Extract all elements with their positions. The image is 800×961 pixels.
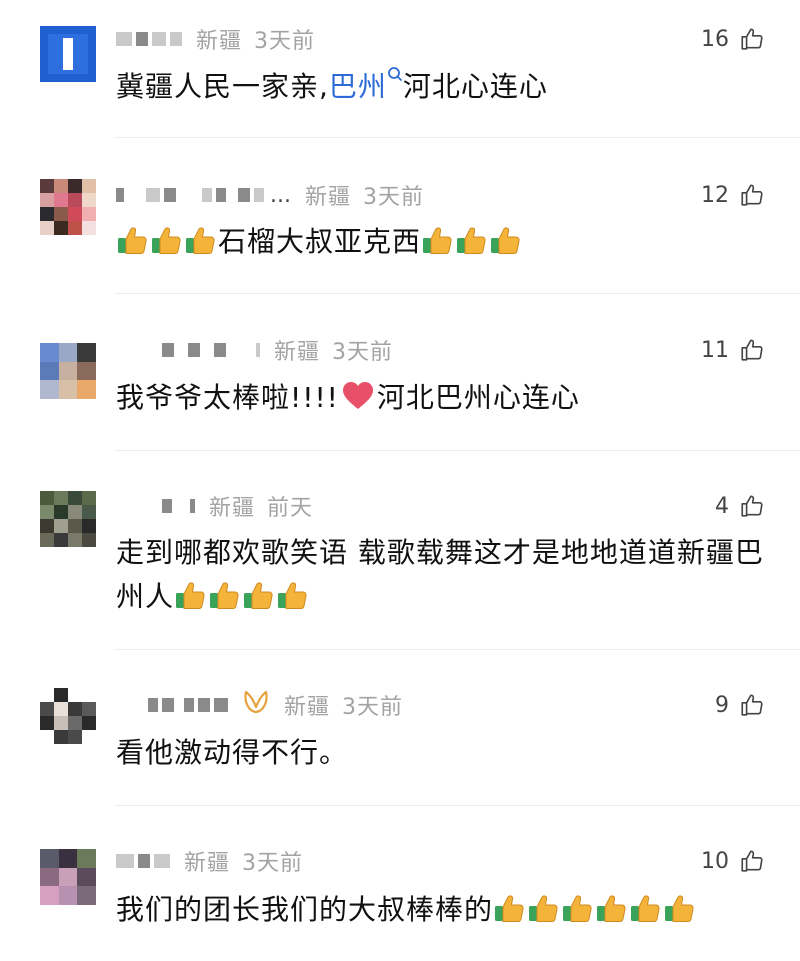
topic-link[interactable]: 巴州 xyxy=(329,70,387,103)
comment-location: 新疆 xyxy=(284,695,331,720)
comment-time: 前天 xyxy=(267,496,314,521)
thumbs-up-emoji-icon xyxy=(152,227,181,254)
username-blurred[interactable] xyxy=(116,854,170,868)
thumbs-up-emoji-icon xyxy=(176,582,205,609)
thumbs-up-emoji-icon xyxy=(631,895,660,922)
comment-text: 我们的团长我们的大叔棒棒的 xyxy=(116,888,766,932)
comment-text: 石榴大叔亚克西 xyxy=(116,220,766,264)
comment-meta: ... 新疆 3天前 xyxy=(116,180,424,210)
thumbs-up-outline-icon xyxy=(741,28,763,50)
username-ellipsis: ... xyxy=(270,182,291,208)
comment-meta: 新疆 3天前 xyxy=(116,24,315,54)
comment-location: 新疆 xyxy=(184,851,231,876)
thumbs-up-outline-icon xyxy=(741,184,763,206)
thumbs-up-emoji-icon xyxy=(186,227,215,254)
thumbs-up-emoji-icon xyxy=(244,582,273,609)
comment-item: 新疆 3天前 16 冀疆人民一家亲,巴州 河北心连心 xyxy=(0,0,800,138)
comment-item: 新疆 3天前 11 我爷爷太棒啦!!!! 河北巴州心连心 xyxy=(0,294,800,451)
comment-text-segment: 看他激动得不行。 xyxy=(116,736,349,769)
thumbs-up-outline-icon xyxy=(741,495,763,517)
comment-text-segment: 石榴大叔亚克西 xyxy=(218,225,422,258)
avatar[interactable] xyxy=(40,491,96,547)
avatar[interactable] xyxy=(40,26,96,82)
comment-text-segment: 冀疆人民一家亲, xyxy=(116,70,329,103)
thumbs-up-emoji-icon xyxy=(118,227,147,254)
thumbs-up-outline-icon xyxy=(741,850,763,872)
comment-meta: 新疆 3天前 xyxy=(116,690,403,720)
thumbs-up-emoji-icon xyxy=(495,895,524,922)
like-button[interactable]: 16 xyxy=(701,24,765,54)
username-blurred[interactable] xyxy=(148,698,228,712)
comment-item: ... 新疆 3天前 12 石榴大叔亚克西 xyxy=(0,138,800,294)
comment-location: 新疆 xyxy=(274,340,321,365)
comment-meta: 新疆 前天 xyxy=(116,491,313,521)
comment-text: 走到哪都欢歌笑语 载歌载舞这才是地地道道新疆巴州人 xyxy=(116,531,766,619)
thumbs-up-emoji-icon xyxy=(278,582,307,609)
comment-list: 新疆 3天前 16 冀疆人民一家亲,巴州 河北心连心 ... 新疆 3天前 12 … xyxy=(0,0,800,961)
like-button[interactable]: 12 xyxy=(701,180,765,210)
username-blurred[interactable] xyxy=(162,343,260,357)
comment-text-segment: 河北巴州心连心 xyxy=(376,381,580,414)
like-count: 11 xyxy=(701,337,729,363)
thumbs-up-emoji-icon xyxy=(563,895,592,922)
username-blurred[interactable] xyxy=(162,499,195,513)
comment-text-segment: 河北心连心 xyxy=(402,70,548,103)
like-button[interactable]: 10 xyxy=(701,846,765,876)
thumbs-up-emoji-icon xyxy=(210,582,239,609)
thumbs-up-emoji-icon xyxy=(491,227,520,254)
like-button[interactable]: 9 xyxy=(715,690,765,720)
thumbs-up-outline-icon xyxy=(741,694,763,716)
thumbs-up-outline-icon xyxy=(741,339,763,361)
like-count: 12 xyxy=(701,182,729,208)
like-count: 4 xyxy=(715,493,729,519)
thumbs-up-emoji-icon xyxy=(423,227,452,254)
vip-badge-icon xyxy=(242,689,270,721)
comment-text: 我爷爷太棒啦!!!! 河北巴州心连心 xyxy=(116,376,766,420)
comment-item: 新疆 前天 4 走到哪都欢歌笑语 载歌载舞这才是地地道道新疆巴州人 xyxy=(0,451,800,650)
comment-time: 3天前 xyxy=(342,695,404,720)
avatar[interactable] xyxy=(40,849,96,905)
thumbs-up-emoji-icon xyxy=(457,227,486,254)
comment-location: 新疆 xyxy=(304,185,351,210)
thumbs-up-emoji-icon xyxy=(665,895,694,922)
comment-item: 新疆 3天前 9 看他激动得不行。 xyxy=(0,650,800,806)
thumbs-up-emoji-icon xyxy=(597,895,626,922)
comment-location: 新疆 xyxy=(209,496,256,521)
avatar[interactable] xyxy=(40,179,96,235)
avatar[interactable] xyxy=(40,688,110,744)
comment-time: 3天前 xyxy=(363,185,424,210)
like-count: 16 xyxy=(701,26,729,52)
heart-emoji-icon xyxy=(342,382,373,409)
comment-time: 3天前 xyxy=(332,340,394,365)
like-button[interactable]: 4 xyxy=(715,491,765,521)
comment-meta: 新疆 3天前 xyxy=(116,846,303,876)
like-count: 10 xyxy=(701,848,729,874)
comment-text-segment: 我们的团长我们的大叔棒棒的 xyxy=(116,893,494,926)
comment-time: 3天前 xyxy=(254,29,316,54)
username-blurred[interactable] xyxy=(116,32,182,46)
comment-location: 新疆 xyxy=(196,29,243,54)
comment-text: 冀疆人民一家亲,巴州 河北心连心 xyxy=(116,65,766,109)
comment-text: 看他激动得不行。 xyxy=(116,731,766,775)
thumbs-up-emoji-icon xyxy=(529,895,558,922)
username-blurred[interactable]: ... xyxy=(116,183,291,208)
like-count: 9 xyxy=(715,692,729,718)
search-icon[interactable] xyxy=(387,66,403,88)
comment-text-segment: 我爷爷太棒啦!!!! xyxy=(116,381,339,414)
like-button[interactable]: 11 xyxy=(701,335,765,365)
avatar[interactable] xyxy=(40,343,96,399)
comment-meta: 新疆 3天前 xyxy=(116,335,393,365)
comment-time: 3天前 xyxy=(242,851,304,876)
comment-item: 新疆 3天前 10 我们的团长我们的大叔棒棒的 xyxy=(0,806,800,961)
